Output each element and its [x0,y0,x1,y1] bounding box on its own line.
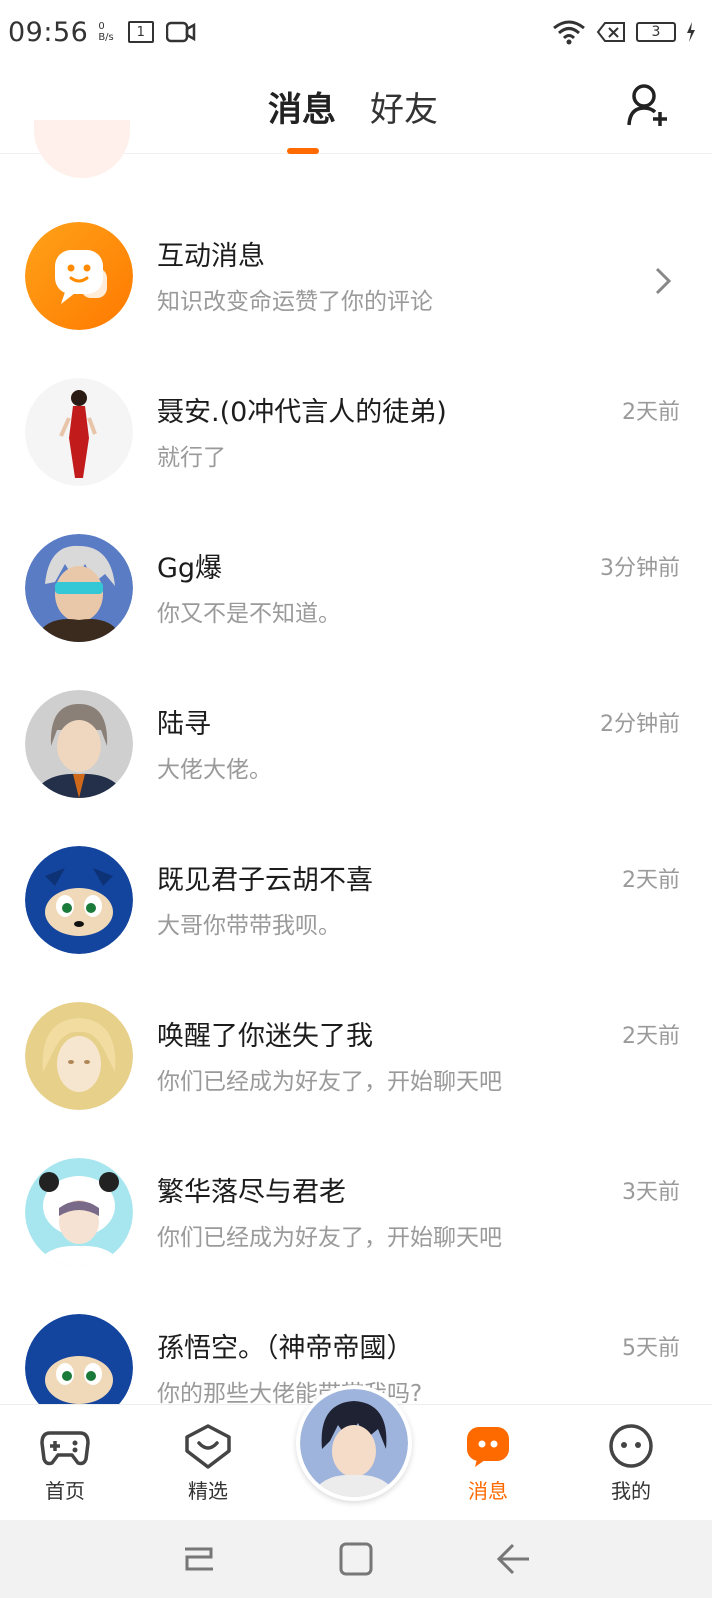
conversation-time: 2分钟前 [600,712,680,737]
tab-indicator [287,148,319,154]
avatar [25,534,133,642]
conversation-name: 互动消息 [157,241,265,272]
conversation-time: 2天前 [622,868,680,893]
conversation-time: 5天前 [622,1336,680,1361]
interactive-messages-icon [25,222,133,330]
battery-icon: 3 [636,22,676,42]
conversation-preview: 你们已经成为好友了，开始聊天吧 [157,1225,502,1251]
conversation-preview: 知识改变命运赞了你的评论 [157,289,433,315]
list-item-conversation[interactable]: 唤醒了你迷失了我 你们已经成为好友了，开始聊天吧 2天前 [0,968,712,1124]
conversation-name: Gg爆 [157,553,223,584]
home-button-icon[interactable] [334,1537,378,1581]
nav-label: 首页 [45,1479,85,1503]
conversation-preview: 你又不是不知道。 [157,601,341,627]
conversation-name: 聂安.(0冲代言人的徒弟) [157,397,447,428]
conversation-name: 繁华落尽与君老 [157,1177,346,1208]
avatar [25,1002,133,1110]
status-bar: 09:56 0 B/s 1 3 [0,0,712,64]
tab-friends[interactable]: 好友 [370,82,438,131]
nav-label: 消息 [468,1479,508,1503]
nav-label: 精选 [188,1479,228,1503]
conversation-preview: 大佬大佬。 [157,757,272,783]
list-item-conversation[interactable]: 既见君子云胡不喜 大哥你带带我呗。 2天前 [0,812,712,968]
partial-avatar [34,120,130,178]
smiley-face-icon [609,1424,653,1468]
heart-badge-icon [185,1424,231,1469]
avatar [300,1389,408,1497]
conversation-preview: 大哥你带带我呗。 [157,913,341,939]
tab-messages[interactable]: 消息 [268,82,336,131]
conversation-name: 陆寻 [157,709,211,740]
chevron-right-icon [655,267,672,295]
video-call-icon [165,21,196,43]
back-arrow-icon[interactable] [491,1537,535,1581]
conversation-name: 既见君子云胡不喜 [157,865,373,896]
sim-icon: 1 [127,21,154,43]
avatar [25,1158,133,1266]
nav-home[interactable]: 首页 [20,1423,110,1504]
nav-label: 我的 [611,1479,651,1503]
center-profile-avatar[interactable] [296,1385,412,1501]
avatar [25,846,133,954]
nav-featured[interactable]: 精选 [163,1423,253,1504]
charging-icon [687,22,695,42]
list-item-conversation[interactable]: 陆寻 大佬大佬。 2分钟前 [0,656,712,812]
list-item-conversation[interactable]: Gg爆 你又不是不知道。 3分钟前 [0,500,712,656]
list-item-conversation[interactable]: 繁华落尽与君老 你们已经成为好友了，开始聊天吧 3天前 [0,1124,712,1280]
nav-messages[interactable]: 消息 [443,1423,533,1504]
no-signal-icon [596,22,625,42]
bottom-nav: 首页 精选 消息 我的 [0,1385,712,1520]
network-speed: 0 B/s [98,21,114,43]
system-nav-bar [0,1520,712,1598]
avatar [25,690,133,798]
wifi-icon [553,20,585,45]
gamepad-icon [40,1431,90,1466]
chat-bubble-icon [467,1427,509,1467]
list-item-interactive-messages[interactable]: 互动消息 知识改变命运赞了你的评论 [0,188,712,344]
conversation-name: 唤醒了你迷失了我 [157,1021,373,1052]
list-item-conversation[interactable]: 聂安.(0冲代言人的徒弟) 就行了 2天前 [0,344,712,500]
nav-profile[interactable]: 我的 [586,1423,676,1504]
recent-apps-icon[interactable] [177,1537,221,1581]
add-user-icon[interactable] [626,82,672,128]
conversation-time: 2天前 [622,1024,680,1049]
avatar [25,378,133,486]
conversation-time: 2天前 [622,400,680,425]
conversation-name: 孫悟空。（神帝帝國） [157,1333,414,1364]
conversation-preview: 就行了 [157,445,226,471]
conversation-time: 3天前 [622,1180,680,1205]
status-time: 09:56 [8,16,89,48]
conversation-time: 3分钟前 [600,556,680,581]
conversation-preview: 你们已经成为好友了，开始聊天吧 [157,1069,502,1095]
